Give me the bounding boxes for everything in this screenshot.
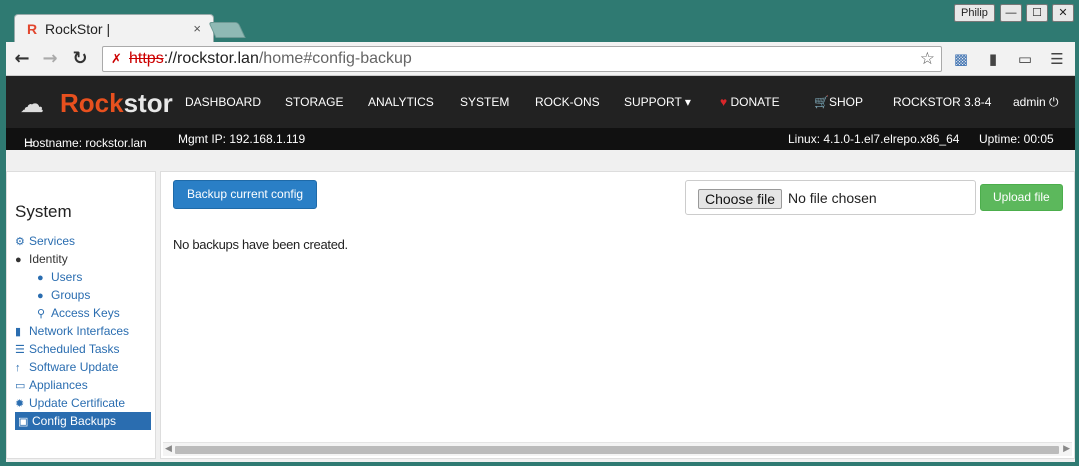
sidebar-item-software-update[interactable]: ↑ Software Update [15, 358, 118, 376]
power-icon: ⏻ [1049, 95, 1059, 109]
sidebar-item-label: Appliances [29, 378, 88, 392]
kernel-text: Linux: 4.1.0-1.el7.elrepo.x86_64 [788, 132, 960, 146]
sidebar-item-label: Network Interfaces [29, 324, 130, 338]
system-info-bar: ▭ Hostname: rockstor.lan Mgmt IP: 192.16… [6, 128, 1075, 150]
sidebar-item-config-backups[interactable]: ▣ Config Backups [15, 412, 151, 430]
cloud-icon: ☁ [20, 90, 44, 118]
sidebar-item-groups[interactable]: ● Groups [37, 286, 90, 304]
nav-system[interactable]: SYSTEM [460, 95, 509, 109]
user-icon: ● [15, 254, 22, 266]
sidebar-item-services[interactable]: ⚙ Services [15, 232, 75, 250]
extension-shield-icon[interactable]: ▮ [982, 48, 1004, 70]
sidebar-item-label: Access Keys [51, 306, 120, 320]
choose-file-button[interactable]: Choose file [698, 189, 783, 209]
file-status-text: No file chosen [788, 190, 877, 206]
empty-backups-message: No backups have been created. [173, 237, 348, 252]
floppy-icon: ▣ [18, 416, 29, 428]
nav-donate-label: DONATE [730, 95, 780, 109]
heart-icon: ♥ [720, 95, 728, 109]
sidebar-item-access-keys[interactable]: ⚲ Access Keys [37, 304, 120, 322]
profile-button[interactable]: Philip [954, 4, 995, 22]
title-bar: R RockStor | × Philip — ☐ ✕ [0, 0, 1079, 42]
sidebar-item-label: Config Backups [32, 414, 117, 428]
sidebar-item-label: Users [51, 270, 83, 284]
cart-icon: 🛒 [814, 95, 829, 109]
app-navbar: ☁ Rockstor DASHBOARD STORAGE ANALYTICS S… [6, 76, 1075, 128]
url-scheme: https [129, 50, 164, 67]
sidebar-item-label: Identity [29, 252, 68, 266]
rockstor-favicon-icon: R [27, 21, 38, 37]
maximize-button[interactable]: ☐ [1026, 4, 1048, 22]
brand-name: Rockstor [60, 88, 173, 119]
extension-icon[interactable]: ▩ [950, 48, 972, 70]
sidebar-item-update-certificate[interactable]: ✹ Update Certificate [15, 394, 125, 412]
sidebar-item-appliances[interactable]: ▭ Appliances [15, 376, 88, 394]
sidebar-item-label: Groups [51, 288, 91, 302]
url-text: https://rockstor.lan/home#config-backup [129, 50, 412, 68]
browser-tab[interactable]: R RockStor | × [14, 14, 214, 42]
scroll-left-icon[interactable]: ◀ [165, 444, 172, 454]
cast-icon[interactable]: ▭ [1014, 48, 1036, 70]
backup-current-config-button[interactable]: Backup current config [173, 180, 318, 209]
sidebar-heading: System [15, 202, 72, 221]
hostname-text: Hostname: rockstor.lan [24, 136, 147, 150]
nav-shop[interactable]: 🛒SHOP [814, 95, 863, 109]
reload-icon[interactable]: ↻ [70, 49, 90, 69]
sidebar-item-network-interfaces[interactable]: ▮ Network Interfaces [15, 322, 129, 340]
nav-version[interactable]: ROCKSTOR 3.8-4 [893, 95, 991, 109]
monitor-icon: ▭ [15, 380, 26, 392]
nav-rock-ons[interactable]: ROCK-ONS [535, 95, 600, 109]
nav-admin[interactable]: admin ⏻ [1013, 95, 1059, 110]
certificate-icon: ✹ [15, 398, 25, 410]
horizontal-scrollbar[interactable]: ◀ ▶ [163, 442, 1072, 456]
close-window-button[interactable]: ✕ [1052, 4, 1074, 22]
url-path: /home#config-backup [258, 50, 412, 67]
page-content: System ⚙ Services ● Identity ● Users ● Group… [6, 150, 1075, 462]
sidebar-item-label: Update Certificate [29, 396, 126, 410]
tasks-icon: ☰ [15, 344, 25, 356]
signal-icon: ▮ [15, 326, 22, 338]
new-tab-button[interactable] [208, 22, 246, 38]
url-host: ://rockstor.lan [163, 50, 259, 67]
sidebar-item-scheduled-tasks[interactable]: ☰ Scheduled Tasks [15, 340, 120, 358]
bookmark-star-icon[interactable]: ☆ [920, 49, 935, 69]
sidebar-item-label: Scheduled Tasks [29, 342, 120, 356]
arrow-up-icon: ↑ [15, 362, 21, 374]
minimize-button[interactable]: — [1000, 4, 1022, 22]
sidebar-item-label: Software Update [29, 360, 119, 374]
group-icon: ● [37, 290, 44, 302]
key-icon: ⚲ [37, 308, 46, 320]
mgmt-ip-text: Mgmt IP: 192.168.1.119 [178, 132, 306, 146]
config-backup-panel: Backup current config Choose file No fil… [160, 171, 1075, 459]
back-icon[interactable]: ← [12, 49, 32, 69]
nav-admin-label: admin [1013, 95, 1046, 109]
user-icon: ● [37, 272, 44, 284]
tab-title: RockStor | [45, 21, 111, 37]
file-upload-field: Choose file No file chosen [685, 180, 976, 215]
sidebar-item-users[interactable]: ● Users [37, 268, 82, 286]
scrollbar-thumb[interactable] [175, 446, 1059, 454]
nav-support[interactable]: SUPPORT ▾ [624, 95, 691, 109]
uptime-text: Uptime: 00:05 [979, 132, 1054, 146]
address-bar[interactable]: ✗ https://rockstor.lan/home#config-backu… [102, 46, 942, 72]
nav-storage[interactable]: STORAGE [285, 95, 343, 109]
browser-toolbar: ← → ↻ ✗ https://rockstor.lan/home#config… [6, 42, 1075, 76]
menu-icon[interactable]: ☰ [1046, 48, 1068, 70]
nav-analytics[interactable]: ANALYTICS [368, 95, 434, 109]
nav-shop-label: SHOP [828, 95, 863, 109]
brand-first: Rock [60, 88, 124, 118]
nav-donate[interactable]: ♥ DONATE [720, 95, 780, 109]
insecure-lock-icon[interactable]: ✗ [111, 52, 122, 67]
sidebar-item-label: Services [29, 234, 76, 248]
scroll-right-icon[interactable]: ▶ [1063, 444, 1070, 454]
browser-window: R RockStor | × Philip — ☐ ✕ ← → ↻ ✗ http… [0, 0, 1079, 466]
gear-icon: ⚙ [15, 236, 25, 248]
tab-close-icon[interactable]: × [193, 21, 201, 36]
nav-dashboard[interactable]: DASHBOARD [185, 95, 261, 109]
forward-icon[interactable]: → [40, 49, 60, 69]
brand-rest: stor [123, 88, 173, 118]
upload-file-button[interactable]: Upload file [980, 184, 1063, 211]
system-sidebar: System ⚙ Services ● Identity ● Users ● Group… [6, 171, 156, 459]
sidebar-item-identity[interactable]: ● Identity [15, 250, 68, 268]
